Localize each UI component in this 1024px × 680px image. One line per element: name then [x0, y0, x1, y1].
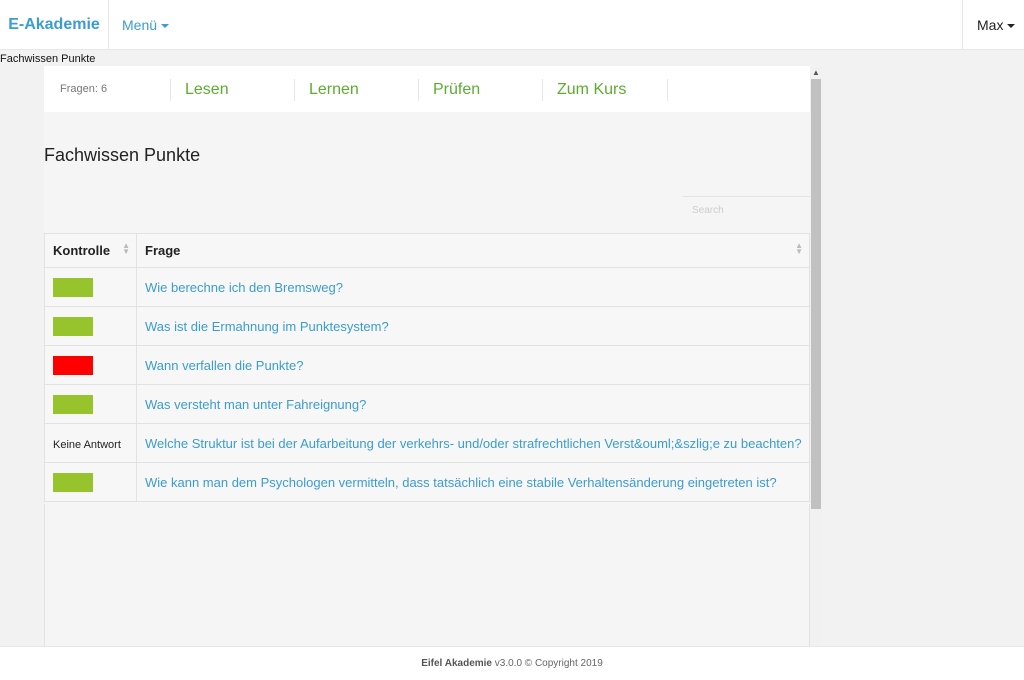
brand-logo-link[interactable]: E-Akademie: [0, 0, 109, 50]
question-link[interactable]: Wie kann man dem Psychologen vermitteln,…: [145, 475, 777, 490]
kontrolle-cell: Keine Antwort: [44, 423, 137, 463]
question-link[interactable]: Wie berechne ich den Bremsweg?: [145, 280, 343, 295]
footer-version: v3.0.0 © Copyright 2019: [494, 658, 603, 669]
status-correct-indicator: [53, 394, 93, 414]
tab-zum-kurs[interactable]: Zum Kurs: [542, 79, 668, 101]
content-panel: Fragen: 6 Lesen Lernen Prüfen Zum Kurs F…: [44, 66, 810, 646]
table-empty-area: [44, 504, 810, 646]
table-row: Wie kann man dem Psychologen vermitteln,…: [44, 462, 810, 502]
column-header-frage[interactable]: Frage ▲ ▼: [136, 233, 810, 268]
frage-cell: Was versteht man unter Fahreignung?: [136, 384, 810, 424]
sort-icon: ▲ ▼: [795, 241, 803, 256]
caret-down-icon: [1007, 24, 1016, 29]
frage-cell: Was ist die Ermahnung im Punktesystem?: [136, 306, 810, 346]
tab-lernen[interactable]: Lernen: [294, 79, 418, 101]
frage-cell: Wie kann man dem Psychologen vermitteln,…: [136, 462, 810, 502]
table-row: Keine Antwort Welche Struktur ist bei der…: [44, 423, 810, 463]
tab-pruefen[interactable]: Prüfen: [418, 79, 542, 101]
scrollbar-thumb[interactable]: [811, 79, 821, 509]
column-header-label: Kontrolle: [53, 243, 111, 258]
caret-down-icon: [161, 24, 170, 29]
user-dropdown[interactable]: Max: [962, 0, 1024, 50]
frage-cell: Wie berechne ich den Bremsweg?: [136, 267, 810, 307]
question-count: Fragen: 6: [60, 83, 108, 95]
status-wrong-indicator: [53, 355, 93, 375]
frage-cell: Welche Struktur ist bei der Aufarbeitung…: [136, 423, 810, 463]
footer-app-name: Eifel Akademie: [421, 658, 492, 669]
table-row: Was ist die Ermahnung im Punktesystem?: [44, 306, 810, 346]
menu-label: Menü: [122, 17, 158, 33]
column-header-kontrolle[interactable]: Kontrolle ▲ ▼: [44, 233, 137, 268]
top-navbar: E-Akademie Menü Max: [0, 0, 1024, 50]
frage-cell: Wann verfallen die Punkte?: [136, 345, 810, 385]
menu-dropdown[interactable]: Menü: [122, 0, 170, 50]
table-row: Wie berechne ich den Bremsweg?: [44, 267, 810, 307]
sort-icon: ▲ ▼: [122, 241, 130, 256]
user-label: Max: [977, 17, 1004, 33]
status-correct-indicator: [53, 277, 93, 297]
status-correct-indicator: [53, 472, 93, 492]
breadcrumb: Fachwissen Punkte: [0, 53, 96, 65]
question-link[interactable]: Was ist die Ermahnung im Punktesystem?: [145, 319, 389, 334]
tab-lesen[interactable]: Lesen: [170, 79, 294, 101]
tab-bar: Fragen: 6 Lesen Lernen Prüfen Zum Kurs: [44, 66, 810, 112]
kontrolle-cell: [44, 345, 137, 385]
question-link[interactable]: Wann verfallen die Punkte?: [145, 358, 304, 373]
kontrolle-cell: [44, 462, 137, 502]
vertical-scrollbar[interactable]: ▲: [810, 67, 822, 646]
table-row: Wann verfallen die Punkte?: [44, 345, 810, 385]
page-title: Fachwissen Punkte: [44, 145, 201, 165]
status-correct-indicator: [53, 316, 93, 336]
table-row: Was versteht man unter Fahreignung?: [44, 384, 810, 424]
question-link[interactable]: Was versteht man unter Fahreignung?: [145, 397, 366, 412]
scroll-up-arrow-icon[interactable]: ▲: [810, 67, 822, 79]
column-header-label: Frage: [145, 243, 181, 258]
kontrolle-cell: [44, 384, 137, 424]
kontrolle-cell: [44, 267, 137, 307]
kontrolle-cell: [44, 306, 137, 346]
footer: Eifel Akademie v3.0.0 © Copyright 2019: [0, 646, 1024, 680]
questions-table: Kontrolle ▲ ▼ Frage ▲ ▼ Wie berechne ich d…: [44, 233, 810, 502]
table-header-row: Kontrolle ▲ ▼ Frage ▲ ▼: [44, 233, 810, 268]
question-link[interactable]: Welche Struktur ist bei der Aufarbeitung…: [145, 436, 802, 451]
search-input[interactable]: [682, 196, 810, 224]
no-answer-label: Keine Antwort: [53, 438, 121, 451]
